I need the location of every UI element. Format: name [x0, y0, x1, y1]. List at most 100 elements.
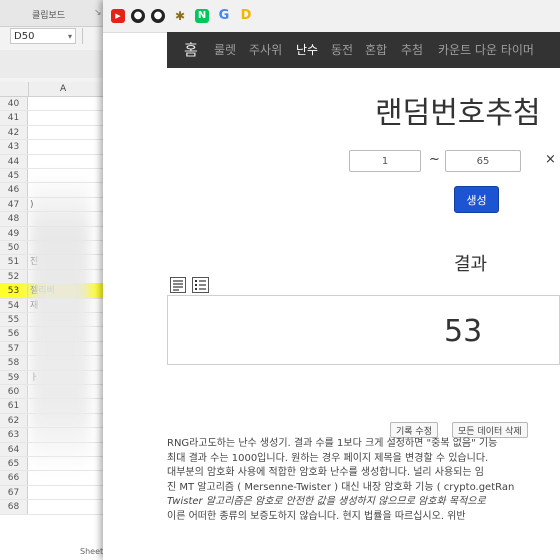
nav-home[interactable]: 홈	[184, 32, 198, 68]
row-number[interactable]: 61	[0, 399, 28, 413]
nav-random-number[interactable]: 난수	[296, 32, 318, 68]
delete-all-data-button[interactable]: 모든 데이터 삭제	[452, 422, 528, 438]
row-number[interactable]: 54	[0, 298, 28, 312]
sheet-tab[interactable]: Sheet	[80, 547, 103, 556]
description-line: 이른 어떠한 종류의 보증도하지 않습니다. 현지 법률을 따르십시오. 위반	[167, 510, 466, 522]
row-number[interactable]: 53	[0, 284, 28, 298]
spreadsheet-row[interactable]: 53 젤리삐	[0, 284, 110, 299]
spreadsheet-row[interactable]: 45	[0, 169, 110, 184]
name-box[interactable]: D50 ▾	[10, 28, 76, 44]
spreadsheet-grid[interactable]: A 40 41 42 43 44 45 46 47) 48 49 50 51 진 52 53 젤리삐 54 재 55…	[0, 82, 110, 560]
row-number[interactable]: 58	[0, 356, 28, 370]
spreadsheet-row[interactable]: 62	[0, 413, 110, 429]
cell-a[interactable]: 젤리삐	[30, 284, 55, 298]
generate-button[interactable]: 생성	[454, 186, 499, 213]
spreadsheet-row[interactable]: 51 진	[0, 255, 110, 270]
min-number-input[interactable]	[349, 150, 421, 172]
spreadsheet-row[interactable]: 67	[0, 485, 110, 501]
spreadsheet-row[interactable]: 56	[0, 327, 110, 342]
row-number[interactable]: 52	[0, 269, 28, 284]
range-separator: ~	[429, 152, 440, 167]
spreadsheet-row[interactable]: 41	[0, 111, 110, 126]
row-number[interactable]: 65	[0, 457, 28, 471]
row-number[interactable]: 46	[0, 183, 28, 197]
spreadsheet-row[interactable]: 50	[0, 241, 110, 256]
record-edit-button[interactable]: 기록 수정	[390, 422, 438, 438]
spreadsheet-row[interactable]: 44	[0, 154, 110, 169]
row-number[interactable]: 44	[0, 154, 28, 168]
select-all-corner[interactable]	[0, 82, 29, 96]
spreadsheet-row[interactable]: 66	[0, 471, 110, 486]
row-number[interactable]: 60	[0, 385, 28, 399]
description-line: 대부분의 암호화 사용에 적합한 암호화 난수를 생성합니다. 널리 사용되는 …	[167, 467, 484, 478]
spreadsheet-row[interactable]: 54 재	[0, 298, 110, 313]
spreadsheet-row[interactable]: 40	[0, 97, 110, 112]
row-number[interactable]: 59	[0, 370, 28, 384]
spreadsheet-row[interactable]: 57	[0, 341, 110, 357]
spreadsheet-row[interactable]: 49	[0, 226, 110, 241]
formula-separator	[82, 28, 83, 44]
naver-icon[interactable]: N	[195, 9, 209, 23]
youtube-icon[interactable]: ▶	[111, 9, 125, 23]
row-number[interactable]: 51	[0, 255, 28, 269]
github-icon[interactable]: ●	[131, 9, 145, 23]
row-number[interactable]: 47	[0, 197, 28, 212]
cell-a[interactable]: ㅏ	[30, 371, 38, 385]
row-number[interactable]: 64	[0, 442, 28, 456]
spreadsheet-row[interactable]: 42	[0, 125, 110, 141]
row-number[interactable]: 56	[0, 327, 28, 341]
row-number[interactable]: 40	[0, 97, 28, 111]
spreadsheet-row[interactable]: 55	[0, 313, 110, 328]
row-number[interactable]: 50	[0, 241, 28, 255]
nav-dice[interactable]: 주사위	[249, 32, 282, 68]
row-number[interactable]: 42	[0, 125, 28, 140]
text-view-icon[interactable]	[170, 277, 186, 293]
spreadsheet-row[interactable]: 48	[0, 212, 110, 227]
row-number[interactable]: 41	[0, 111, 28, 125]
max-number-input[interactable]	[445, 150, 521, 172]
row-number[interactable]: 62	[0, 413, 28, 428]
google-icon[interactable]: G	[217, 9, 231, 23]
row-number[interactable]: 57	[0, 341, 28, 356]
gear-icon[interactable]: ✱	[173, 9, 187, 23]
spreadsheet-row[interactable]: 43	[0, 140, 110, 155]
spreadsheet-row[interactable]: 58	[0, 356, 110, 371]
dialog-launcher-icon[interactable]: ↘	[94, 8, 102, 18]
spreadsheet-row[interactable]: 52	[0, 269, 110, 285]
nav-roulette[interactable]: 룰렛	[214, 32, 236, 68]
github-icon-2[interactable]: ●	[151, 9, 165, 23]
row-number[interactable]: 43	[0, 140, 28, 154]
spreadsheet-row[interactable]: 59 ㅏ	[0, 370, 110, 385]
spreadsheet-row[interactable]: 61	[0, 399, 110, 414]
cell-a[interactable]: 재	[30, 299, 38, 313]
column-a-header[interactable]: A	[60, 84, 66, 94]
nav-mix[interactable]: 혼합	[365, 32, 387, 68]
spreadsheet-row[interactable]: 64	[0, 442, 110, 457]
nav-coin[interactable]: 동전	[331, 32, 353, 68]
close-icon[interactable]: ×	[545, 152, 556, 167]
spreadsheet-titlebar: 클립보드 ↘	[0, 0, 110, 27]
spreadsheet-row[interactable]: 47)	[0, 197, 110, 213]
spreadsheet-row[interactable]: 63	[0, 428, 110, 443]
spreadsheet-row[interactable]: 60	[0, 385, 110, 400]
nav-countdown-timer[interactable]: 카운트 다운 타이머	[438, 32, 534, 68]
row-number[interactable]: 55	[0, 313, 28, 327]
description-line: RNG라고도하는 난수 생성기. 결과 수를 1보다 크게 설정하면 "중복 없…	[167, 438, 498, 449]
spreadsheet-row[interactable]: 65	[0, 457, 110, 472]
result-panel: 53	[167, 295, 560, 365]
row-number[interactable]: 48	[0, 212, 28, 226]
row-number[interactable]: 66	[0, 471, 28, 485]
drive-icon[interactable]: D	[239, 9, 253, 23]
row-number[interactable]: 63	[0, 428, 28, 442]
row-number[interactable]: 45	[0, 169, 28, 183]
row-number[interactable]: 49	[0, 226, 28, 240]
row-number[interactable]: 67	[0, 485, 28, 500]
spreadsheet-row[interactable]: 46	[0, 183, 110, 198]
cell-a[interactable]: 진	[30, 255, 38, 269]
nav-draw[interactable]: 추첨	[401, 32, 423, 68]
list-view-icon[interactable]	[192, 277, 209, 293]
cell-a[interactable]: )	[30, 198, 34, 212]
chevron-down-icon[interactable]: ▾	[68, 29, 72, 45]
row-number[interactable]: 68	[0, 500, 28, 514]
spreadsheet-row[interactable]: 68	[0, 500, 110, 515]
